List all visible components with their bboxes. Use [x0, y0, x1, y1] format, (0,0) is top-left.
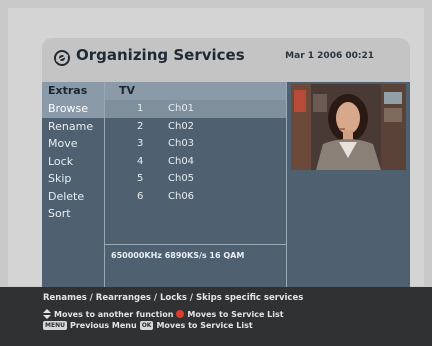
service-number: 5: [137, 173, 144, 184]
content-area: Extras Browse Rename Move Lock Skip Dele…: [42, 82, 410, 287]
help-line-1: Moves to another function Moves to Servi…: [43, 309, 284, 319]
up-down-arrows-icon: [43, 309, 51, 319]
menu-item-rename[interactable]: Rename: [42, 118, 104, 136]
datetime: Mar 1 2006 00:21: [285, 51, 374, 61]
service-name: Ch02: [168, 120, 195, 132]
page-title: Organizing Services: [76, 46, 245, 64]
help-line-2: MENU Previous Menu OK Moves to Service L…: [43, 321, 253, 330]
help-text-list-2: Moves to Service List: [156, 321, 253, 330]
globe-logo-icon: [54, 50, 70, 66]
service-row[interactable]: 4 Ch04: [105, 153, 286, 171]
menu-item-skip[interactable]: Skip: [42, 170, 104, 188]
help-text-previous: Previous Menu: [69, 321, 137, 330]
preview-pane: [287, 82, 410, 287]
help-text-list: Moves to Service List: [187, 309, 284, 319]
menu-item-lock[interactable]: Lock: [42, 153, 104, 171]
service-number: 3: [137, 138, 144, 149]
function-hint: Renames / Rearranges / Locks / Skips spe…: [43, 293, 304, 303]
newsreader-picture: [291, 84, 406, 170]
help-text-move: Moves to another function: [54, 309, 174, 319]
service-row[interactable]: 6 Ch06: [105, 188, 286, 206]
ok-key-icon: OK: [139, 321, 154, 330]
transponder-info: 650000KHz 6890KS/s 16 QAM: [105, 244, 286, 287]
menu-item-delete[interactable]: Delete: [42, 188, 104, 206]
service-list: TV 1 Ch01 2 Ch02 3 Ch03 4 Ch04 5 Ch05 6 …: [105, 82, 287, 287]
menu-item-browse[interactable]: Browse: [42, 100, 104, 118]
service-name: Ch05: [168, 173, 195, 184]
header: Organizing Services Mar 1 2006 00:21: [42, 38, 410, 82]
service-number: 6: [137, 190, 144, 202]
service-row[interactable]: 1 Ch01: [105, 100, 286, 118]
menu-heading: Extras: [42, 82, 104, 100]
service-number: 1: [137, 103, 144, 114]
service-name: Ch03: [168, 138, 195, 149]
list-heading: TV: [105, 82, 286, 100]
menu-key-icon: MENU: [43, 321, 67, 330]
service-number: 2: [137, 120, 144, 132]
service-number: 4: [137, 155, 144, 167]
service-name: Ch01: [168, 103, 195, 114]
help-bar: Renames / Rearranges / Locks / Skips spe…: [0, 287, 432, 346]
menu-item-sort[interactable]: Sort: [42, 205, 104, 223]
service-name: Ch04: [168, 155, 195, 167]
function-menu: Extras Browse Rename Move Lock Skip Dele…: [42, 82, 105, 287]
service-row[interactable]: 2 Ch02: [105, 118, 286, 136]
red-button-icon: [176, 310, 185, 318]
menu-item-move[interactable]: Move: [42, 135, 104, 153]
service-row[interactable]: 3 Ch03: [105, 135, 286, 153]
service-name: Ch06: [168, 190, 195, 202]
video-preview: [291, 84, 406, 170]
service-row[interactable]: 5 Ch05: [105, 170, 286, 188]
